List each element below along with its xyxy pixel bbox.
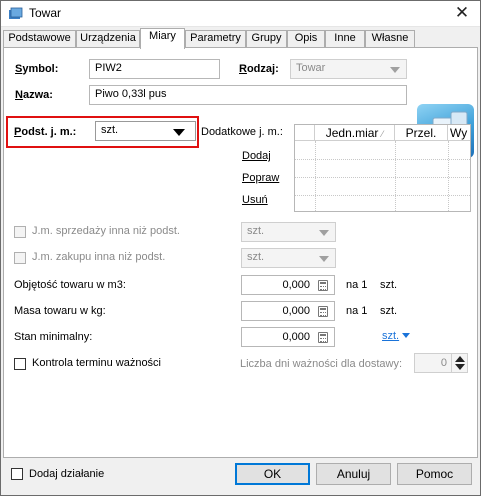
popraw-button[interactable]: Popraw	[242, 172, 279, 184]
jm-zakupu-checkbox[interactable]	[14, 252, 26, 264]
dodaj-dzialanie-label: Dodaj działanie	[29, 468, 105, 480]
tab-parametry[interactable]: Parametry	[185, 30, 246, 48]
close-button[interactable]: ✕	[444, 1, 480, 27]
grid-col-przel[interactable]: Przel.	[395, 125, 448, 141]
grid-line	[295, 177, 470, 178]
calculator-icon[interactable]	[318, 332, 328, 343]
tab-urzadzenia[interactable]: Urządzenia	[76, 30, 140, 48]
dialog-window: Towar ✕ Podstawowe Urządzenia Miary Para…	[0, 0, 481, 496]
tab-inne[interactable]: Inne	[325, 30, 365, 48]
tab-panel-miary: Symbol: PIW2 Rodzaj: Towar Nazwa: Piwo 0…	[3, 47, 478, 458]
anuluj-button[interactable]: Anuluj	[316, 463, 391, 485]
chevron-down-icon	[319, 256, 329, 262]
tab-opis[interactable]: Opis	[287, 30, 325, 48]
pomoc-button[interactable]: Pomoc	[397, 463, 472, 485]
spin-up-icon[interactable]	[455, 356, 465, 362]
stan-minimalny-label: Stan minimalny:	[14, 331, 93, 343]
liczba-dni-value: 0	[440, 357, 447, 369]
objetosc-value: 0,000	[282, 279, 310, 291]
grid-corner	[295, 125, 315, 141]
calculator-icon[interactable]	[318, 306, 328, 317]
grid-col-jedn-miar[interactable]: Jedn.miar ⁄	[315, 125, 395, 141]
jm-zakupu-label: J.m. zakupu inna niż podst.	[32, 251, 166, 263]
tab-wlasne[interactable]: Własne	[365, 30, 415, 48]
grid-col-jedn-miar-label: Jedn.miar	[325, 126, 379, 140]
chevron-down-icon	[402, 333, 411, 338]
stan-unit-dropdown[interactable]: szt.	[382, 330, 411, 342]
dodatkowe-jm-grid[interactable]: Jedn.miar ⁄ Przel. Wy	[294, 124, 471, 212]
rodzaj-label: Rodzaj:	[239, 63, 279, 75]
grid-col-wy[interactable]: Wy	[448, 125, 470, 141]
jm-sprzedazy-label: J.m. sprzedaży inna niż podst.	[32, 225, 180, 237]
jm-sprzedazy-select[interactable]: szt.	[241, 222, 336, 242]
ok-button[interactable]: OK	[235, 463, 310, 485]
tab-miary[interactable]: Miary	[140, 28, 185, 49]
calculator-icon[interactable]	[318, 280, 328, 291]
stan-minimalny-field[interactable]: 0,000	[241, 327, 335, 347]
dodaj-button[interactable]: Dodaj	[242, 150, 271, 162]
masa-field[interactable]: 0,000	[241, 301, 335, 321]
stan-minimalny-value: 0,000	[282, 331, 310, 343]
app-icon	[9, 7, 23, 19]
title-bar: Towar ✕	[1, 1, 480, 27]
grid-header: Jedn.miar ⁄ Przel. Wy	[295, 125, 470, 141]
liczba-dni-spinner[interactable]: 0	[414, 353, 468, 373]
jm-sprzedazy-checkbox[interactable]	[14, 226, 26, 238]
dodatkowe-jm-label: Dodatkowe j. m.:	[201, 126, 283, 138]
highlight-box	[6, 116, 199, 148]
rodzaj-value: Towar	[296, 62, 326, 74]
grid-line	[295, 195, 470, 196]
masa-value: 0,000	[282, 305, 310, 317]
kontrola-terminu-label: Kontrola terminu ważności	[32, 357, 162, 369]
window-title: Towar	[29, 6, 62, 20]
usun-button[interactable]: Usuń	[242, 194, 268, 206]
rodzaj-select[interactable]: Towar	[290, 59, 407, 79]
jm-zakupu-value: szt.	[247, 251, 265, 263]
objetosc-label: Objętość towaru w m3:	[14, 279, 126, 291]
masa-per: na 1	[346, 305, 368, 317]
jm-zakupu-select[interactable]: szt.	[241, 248, 336, 268]
spin-down-icon[interactable]	[455, 364, 465, 370]
objetosc-field[interactable]: 0,000	[241, 275, 335, 295]
stan-unit-value: szt.	[382, 330, 400, 342]
tab-podstawowe[interactable]: Podstawowe	[3, 30, 76, 48]
objetosc-per: na 1	[346, 279, 368, 291]
tab-grupy[interactable]: Grupy	[246, 30, 287, 48]
nazwa-field[interactable]: Piwo 0,33l pus	[89, 85, 407, 105]
sort-icon: ⁄	[381, 129, 384, 139]
dodaj-dzialanie-checkbox[interactable]	[11, 468, 23, 480]
chevron-down-icon	[319, 230, 329, 236]
masa-unit: szt.	[380, 305, 398, 317]
objetosc-unit: szt.	[380, 279, 398, 291]
grid-line	[295, 159, 470, 160]
liczba-dni-label: Liczba dni ważności dla dostawy:	[240, 358, 403, 370]
spinner-buttons	[451, 354, 467, 372]
chevron-down-icon	[390, 67, 400, 73]
masa-label: Masa towaru w kg:	[14, 305, 106, 317]
symbol-field[interactable]: PIW2	[89, 59, 220, 79]
jm-sprzedazy-value: szt.	[247, 225, 265, 237]
kontrola-terminu-checkbox[interactable]	[14, 358, 26, 370]
symbol-label: Symbol:	[15, 63, 59, 75]
nazwa-label: Nazwa:	[15, 89, 53, 101]
